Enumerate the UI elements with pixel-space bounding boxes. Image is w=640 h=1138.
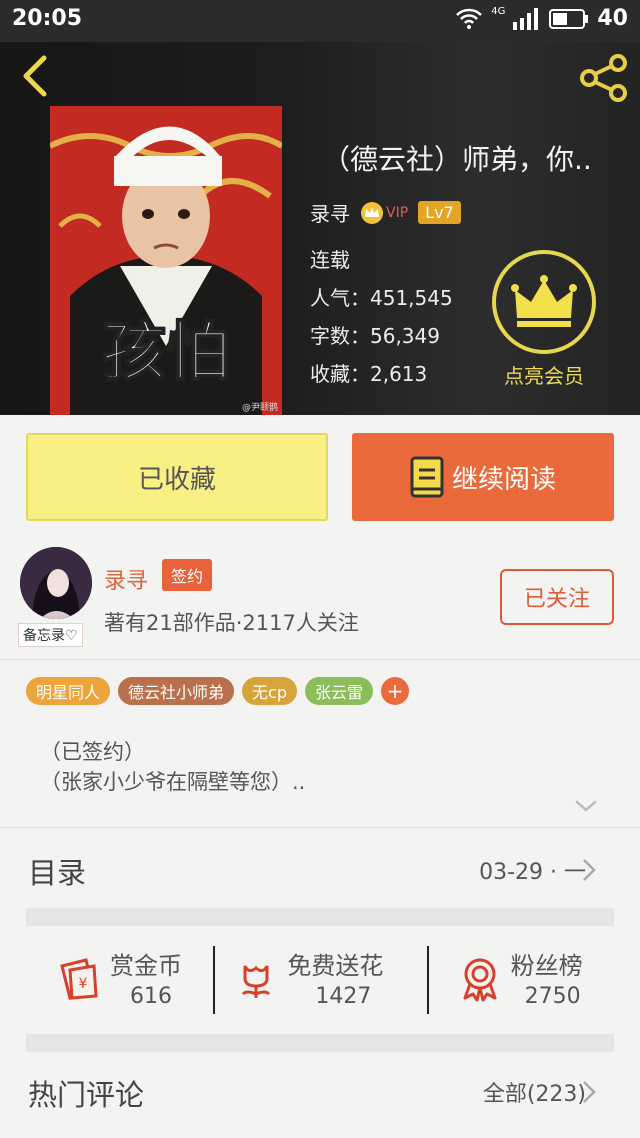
serial-status: 连载	[310, 248, 350, 272]
toc-title: 目录	[28, 856, 87, 890]
tags-section: 明星同人 德云社小师弟 无cp 张云雷 + （已签约） （张家小少爷在隔壁等您）…	[0, 660, 640, 828]
hot-comments-title: 热门评论	[28, 1078, 145, 1112]
vip-label: VIP	[386, 204, 409, 221]
tag-item[interactable]: 明星同人	[26, 677, 111, 705]
reward-flowers[interactable]: 免费送花 1427	[213, 926, 426, 1034]
author-card: 备忘录♡ 录寻 签约 著有21部作品·2117人关注 已关注	[0, 535, 640, 660]
word-count-stat: 字数：56,349	[310, 324, 440, 348]
book-icon	[410, 456, 444, 498]
followed-button[interactable]: 已关注	[500, 569, 614, 625]
author-row: 录寻 VIP Lv7	[310, 198, 461, 227]
favorites-stat: 收藏：2,613	[310, 362, 428, 386]
reward-label: 粉丝榜	[510, 952, 583, 980]
continue-reading-label: 继续阅读	[451, 464, 556, 495]
reward-coins[interactable]: ¥ 赏金币 616	[0, 926, 213, 1034]
medal-icon	[463, 958, 497, 1002]
popularity-stat: 人气：451,545	[310, 286, 453, 310]
tag-row: 明星同人 德云社小师弟 无cp 张云雷 +	[26, 677, 410, 705]
reward-fans[interactable]: 粉丝榜 2750	[426, 926, 640, 1034]
member-button[interactable]: 点亮会员	[490, 250, 598, 389]
add-tag-button[interactable]: +	[381, 677, 410, 705]
reward-count: 616	[130, 984, 172, 1009]
battery-icon	[549, 8, 589, 29]
flower-icon	[242, 965, 271, 998]
memo-tag: 备忘录♡	[18, 623, 83, 647]
signal-icon	[513, 7, 539, 30]
author-info: 著有21部作品·2117人关注	[104, 611, 359, 635]
member-circle	[492, 250, 596, 354]
continue-reading-button[interactable]: 继续阅读	[352, 433, 614, 521]
status-icons: 4G 40	[455, 6, 628, 31]
battery-level: 40	[597, 6, 628, 31]
book-title: （德云社）师弟，你..	[322, 143, 592, 176]
all-comments-link[interactable]: 全部(223)	[483, 1076, 586, 1108]
rewards-row: ¥ 赏金币 616 免费送花 1427 粉丝榜 2750	[0, 926, 640, 1034]
reward-count: 2750	[524, 984, 581, 1009]
divider	[213, 946, 216, 1014]
hot-comments-row: 热门评论 全部(223)	[0, 1052, 640, 1138]
book-cover[interactable]: 孩怕 @尹颐鹊	[50, 106, 282, 415]
description-line-1: （已签约）	[40, 740, 145, 764]
vip-crown-icon	[361, 201, 383, 224]
cover-watermark: @尹颐鹊	[242, 401, 278, 413]
chevron-right-icon	[583, 1081, 596, 1103]
reward-count: 1427	[315, 984, 372, 1009]
vip-badge: VIP	[360, 201, 409, 224]
section-divider	[26, 1034, 614, 1052]
chevron-down-icon[interactable]	[574, 798, 598, 814]
author-name[interactable]: 录寻	[104, 563, 148, 595]
tag-item[interactable]: 张云雷	[305, 677, 374, 705]
toc-latest-update: 03-29 · 一	[479, 860, 586, 885]
section-divider	[26, 908, 614, 926]
book-header: 孩怕 @尹颐鹊 （德云社）师弟，你.. 录寻 VIP Lv7 连载 人气：451…	[0, 42, 640, 415]
member-label: 点亮会员	[504, 364, 584, 388]
toc-row[interactable]: 目录 03-29 · 一	[0, 828, 640, 908]
reward-label: 赏金币	[110, 952, 182, 980]
avatar[interactable]	[20, 547, 92, 619]
status-time: 20:05	[12, 6, 83, 31]
status-bar: 20:05 4G 40	[0, 0, 640, 42]
wifi-icon	[456, 8, 483, 29]
red-envelope-icon: ¥	[60, 958, 98, 1000]
avatar-image	[20, 547, 92, 619]
crown-icon	[511, 275, 577, 327]
chevron-right-icon	[583, 859, 596, 881]
action-bar: 已收藏 继续阅读	[0, 415, 640, 535]
cover-illustration: 孩怕 @尹颐鹊	[50, 106, 282, 415]
share-icon[interactable]	[578, 52, 630, 104]
description-line-2: （张家小少爷在隔壁等您）..	[40, 770, 306, 794]
reward-label: 免费送花	[287, 952, 384, 980]
signed-badge: 签约	[162, 559, 213, 591]
back-icon[interactable]	[14, 54, 58, 98]
tag-item[interactable]: 德云社小师弟	[118, 677, 235, 705]
level-badge: Lv7	[418, 201, 461, 224]
header-author-name[interactable]: 录寻	[310, 198, 350, 227]
svg-text:¥: ¥	[79, 976, 88, 992]
divider	[426, 946, 429, 1014]
network-label: 4G	[491, 6, 506, 17]
cover-text: 孩怕	[102, 316, 230, 390]
tag-item[interactable]: 无cp	[242, 677, 297, 705]
favorited-button[interactable]: 已收藏	[26, 433, 328, 521]
